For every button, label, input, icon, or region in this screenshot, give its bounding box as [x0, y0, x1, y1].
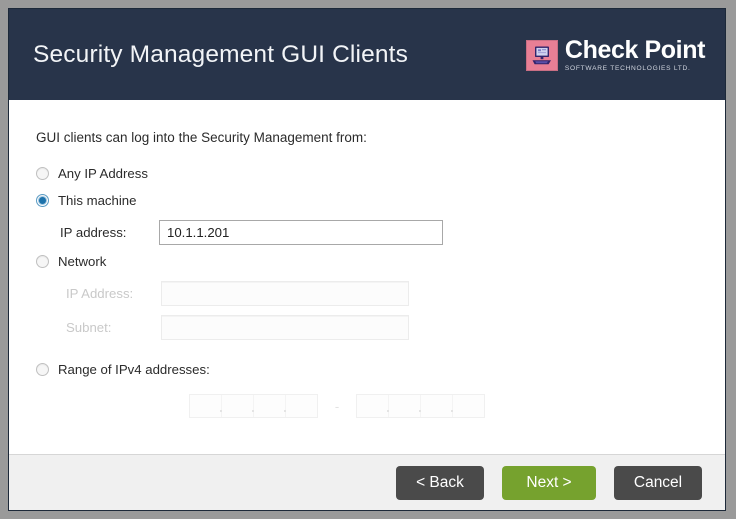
radio-option-network[interactable]: Network: [36, 254, 725, 269]
range-start-octet-3[interactable]: [254, 395, 286, 417]
cancel-button[interactable]: Cancel: [614, 465, 702, 500]
button-bar: < Back Next > Cancel: [9, 454, 725, 510]
range-start-octet-2[interactable]: [222, 395, 254, 417]
window-header: Security Management GUI Clients Check Po…: [9, 9, 725, 100]
radio-any-ip[interactable]: [36, 167, 49, 180]
radio-label-range-ipv4: Range of IPv4 addresses:: [58, 362, 210, 377]
radio-label-any-ip: Any IP Address: [58, 166, 148, 181]
network-ip-input[interactable]: [161, 281, 409, 306]
ip-address-input[interactable]: [159, 220, 443, 245]
range-end-input[interactable]: [356, 394, 485, 418]
ip-address-label: IP address:: [60, 225, 127, 240]
this-machine-ip-row: IP address:: [36, 220, 725, 245]
radio-this-machine[interactable]: [36, 194, 49, 207]
content-area: GUI clients can log into the Security Ma…: [9, 100, 725, 454]
page-title: Security Management GUI Clients: [33, 40, 409, 68]
intro-text: GUI clients can log into the Security Ma…: [36, 130, 367, 145]
range-end-octet-1[interactable]: [357, 395, 389, 417]
network-ip-label: IP Address:: [66, 286, 134, 301]
range-end-octet-4[interactable]: [453, 395, 484, 417]
radio-range-ipv4[interactable]: [36, 363, 49, 376]
radio-option-this-machine[interactable]: This machine: [36, 193, 725, 208]
radio-network[interactable]: [36, 255, 49, 268]
radio-label-network: Network: [58, 254, 107, 269]
range-end-octet-2[interactable]: [389, 395, 421, 417]
window-frame: Security Management GUI Clients Check Po…: [0, 0, 736, 519]
range-inputs-row: -: [36, 394, 725, 418]
network-subnet-row: Subnet:: [36, 315, 725, 340]
range-start-octet-4[interactable]: [286, 395, 317, 417]
next-button[interactable]: Next >: [502, 465, 596, 500]
radio-option-range-ipv4[interactable]: Range of IPv4 addresses:: [36, 362, 725, 377]
radio-option-any-ip[interactable]: Any IP Address: [36, 166, 725, 181]
range-start-octet-1[interactable]: [190, 395, 222, 417]
network-subnet-label: Subnet:: [66, 320, 112, 335]
network-subnet-input[interactable]: [161, 315, 409, 340]
logo-tagline: SOFTWARE TECHNOLOGIES LTD.: [564, 65, 691, 73]
range-end-octet-3[interactable]: [421, 395, 453, 417]
computer-monitor-icon: [525, 40, 558, 71]
logo-text: Check Point SOFTWARE TECHNOLOGIES LTD.: [565, 38, 705, 73]
logo-name: Check Point: [564, 36, 705, 65]
range-start-input[interactable]: [189, 394, 318, 418]
back-button[interactable]: < Back: [396, 465, 484, 500]
check-point-logo: Check Point SOFTWARE TECHNOLOGIES LTD.: [525, 38, 705, 73]
radio-label-this-machine: This machine: [58, 193, 137, 208]
wizard-window: Security Management GUI Clients Check Po…: [8, 8, 726, 511]
network-ip-row: IP Address:: [36, 281, 725, 306]
range-separator: -: [334, 398, 340, 414]
